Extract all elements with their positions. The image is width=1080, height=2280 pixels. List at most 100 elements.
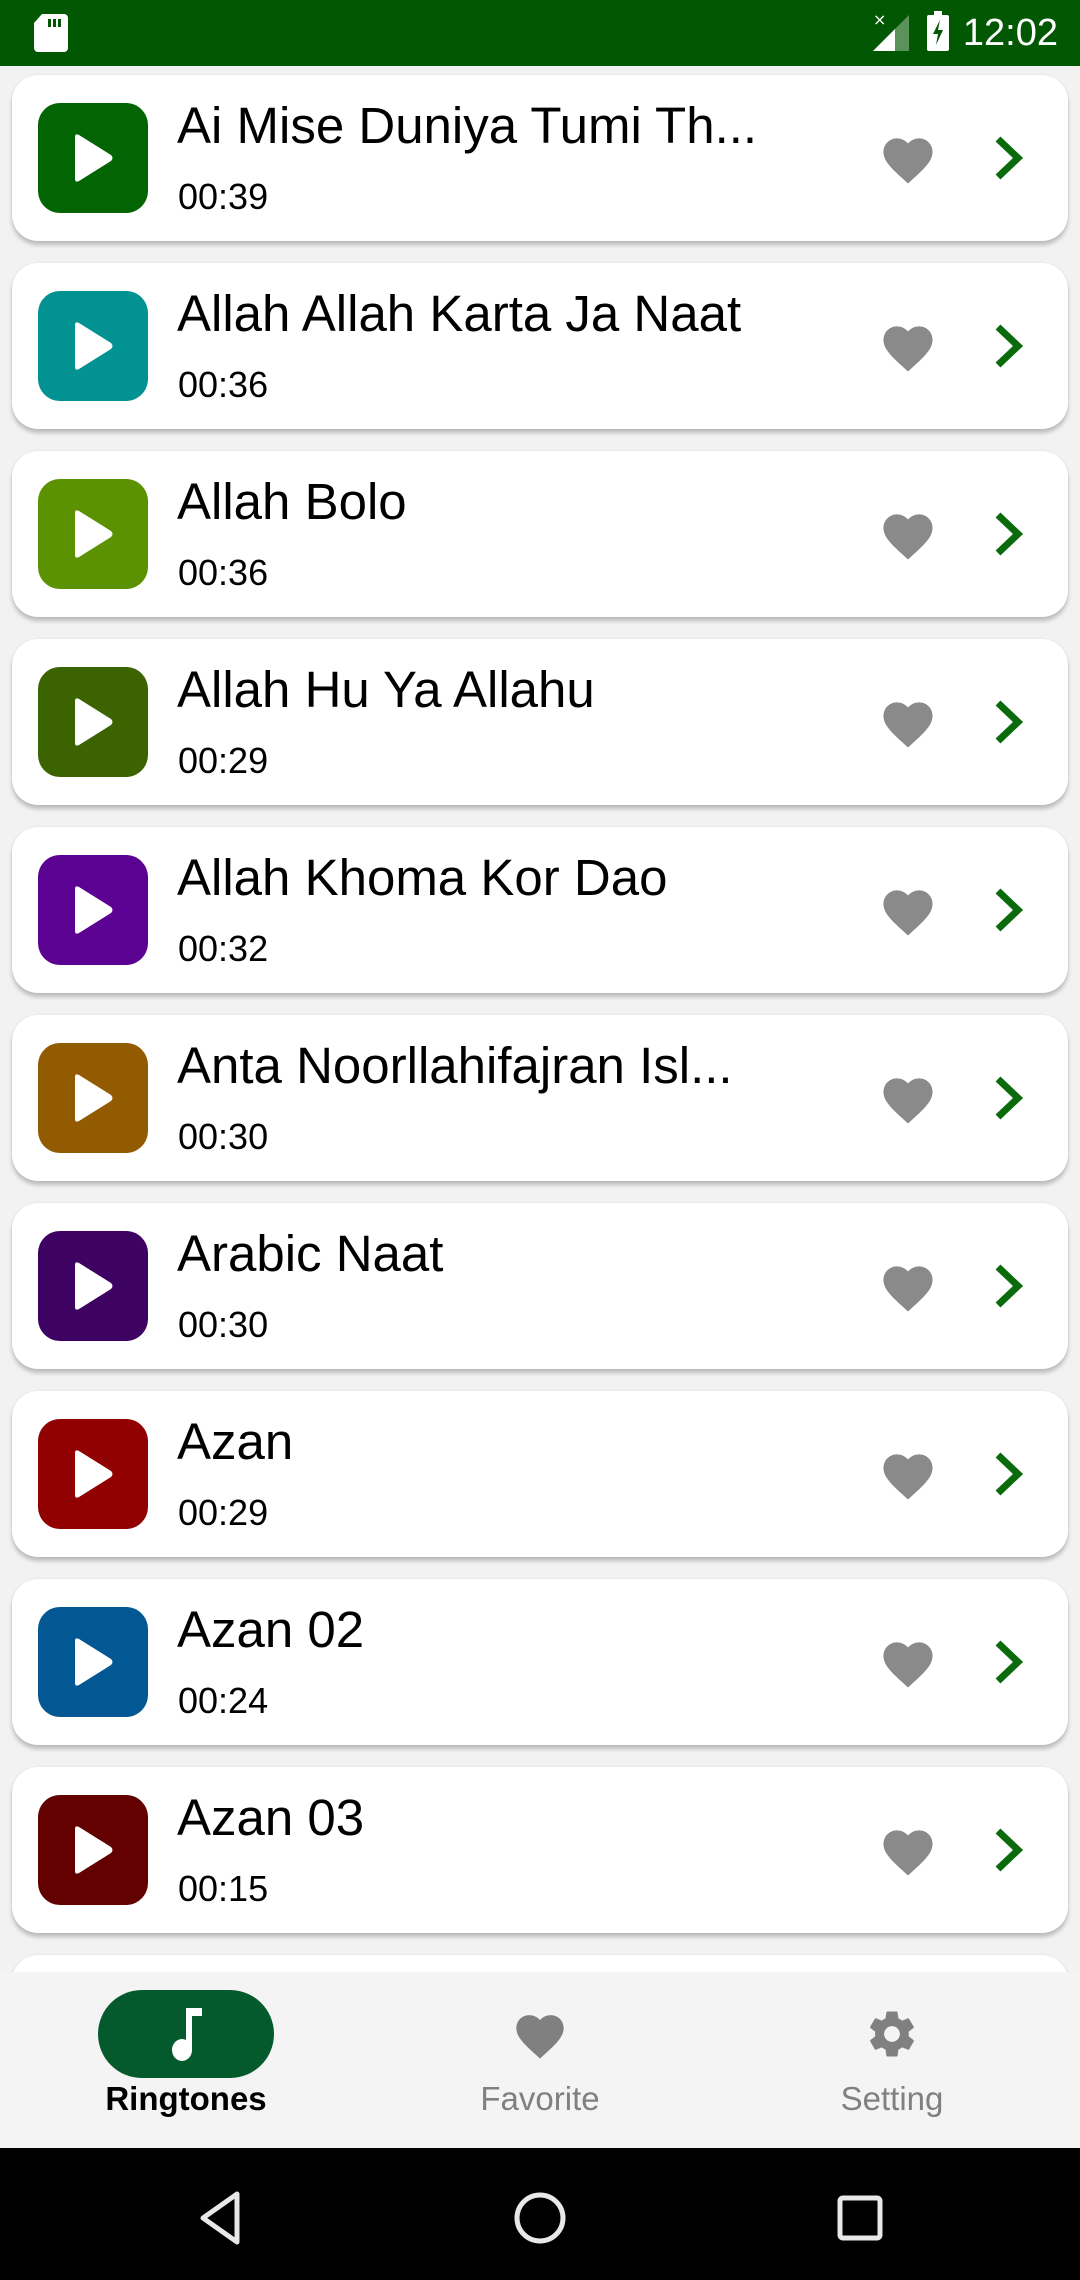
- open-details-button[interactable]: [990, 697, 1026, 747]
- play-icon: [75, 698, 113, 746]
- ringtone-title: Anta Noorllahifajran Isl...: [177, 1037, 733, 1094]
- chevron-right-icon: [995, 1264, 1024, 1308]
- heart-icon: [883, 890, 933, 936]
- nav-tab-ringtones[interactable]: Ringtones: [6, 1972, 366, 2148]
- svg-text:×: ×: [873, 11, 886, 29]
- ringtone-title: Allah Bolo: [177, 473, 407, 530]
- ringtone-duration: 00:15: [178, 1868, 269, 1909]
- ringtone-duration: 00:32: [178, 928, 269, 969]
- chevron-right-icon: [995, 1828, 1024, 1872]
- favorite-button[interactable]: [878, 319, 938, 373]
- recents-icon: [837, 2195, 883, 2241]
- ringtone-title: Allah Hu Ya Allahu: [177, 661, 595, 718]
- ringtone-list[interactable]: Ai Mise Duniya Tumi Th... 00:39 Allah Al…: [0, 66, 1080, 1972]
- open-details-button[interactable]: [990, 321, 1026, 371]
- play-button[interactable]: [38, 1231, 148, 1341]
- recents-button[interactable]: [830, 2188, 890, 2248]
- play-icon: [75, 1450, 113, 1498]
- open-details-button[interactable]: [990, 509, 1026, 559]
- open-details-button[interactable]: [990, 1073, 1026, 1123]
- favorite-button[interactable]: [878, 883, 938, 937]
- play-button[interactable]: [38, 291, 148, 401]
- play-button[interactable]: [38, 479, 148, 589]
- open-details-button[interactable]: [990, 1449, 1026, 1499]
- chevron-right-icon: [995, 136, 1024, 180]
- music-note-icon: [172, 2008, 202, 2061]
- play-button[interactable]: [38, 1795, 148, 1905]
- favorite-button[interactable]: [878, 1635, 938, 1689]
- ringtone-card[interactable]: Allah Khoma Kor Dao 00:32: [12, 827, 1068, 993]
- chevron-right-icon: [995, 1452, 1024, 1496]
- ringtone-duration: 00:24: [178, 1680, 269, 1721]
- ringtone-card[interactable]: Azan 03 00:15: [12, 1767, 1068, 1933]
- ringtone-card[interactable]: Allah Allah Karta Ja Naat 00:36: [12, 263, 1068, 429]
- home-button[interactable]: [510, 2188, 570, 2248]
- ringtone-title: Ai Mise Duniya Tumi Th...: [177, 97, 758, 154]
- ringtone-duration: 00:39: [178, 176, 269, 217]
- ringtone-card[interactable]: Allah Hu Ya Allahu 00:29: [12, 639, 1068, 805]
- ringtone-duration: 00:30: [178, 1304, 269, 1345]
- play-button[interactable]: [38, 855, 148, 965]
- favorite-button[interactable]: [878, 131, 938, 185]
- ringtone-card[interactable]: Azan 00:29: [12, 1391, 1068, 1557]
- ringtone-card[interactable]: Azan 02 00:24: [12, 1579, 1068, 1745]
- heart-icon: [883, 1830, 933, 1876]
- open-details-button[interactable]: [990, 1637, 1026, 1687]
- nav-label-ringtones: Ringtones: [105, 2080, 267, 2117]
- ringtone-title: Allah Khoma Kor Dao: [177, 849, 668, 906]
- chevron-right-icon: [995, 324, 1024, 368]
- play-icon: [75, 1262, 113, 1310]
- ringtone-card-partial[interactable]: [12, 1955, 1068, 1972]
- play-icon: [75, 510, 113, 558]
- nav-tab-setting[interactable]: Setting: [712, 1972, 1072, 2148]
- play-button[interactable]: [38, 1043, 148, 1153]
- favorite-button[interactable]: [878, 1071, 938, 1125]
- ringtone-card[interactable]: Ai Mise Duniya Tumi Th... 00:39: [12, 75, 1068, 241]
- heart-icon: [883, 138, 933, 184]
- favorite-button[interactable]: [878, 1823, 938, 1877]
- play-button[interactable]: [38, 1419, 148, 1529]
- open-details-button[interactable]: [990, 1261, 1026, 1311]
- system-navigation-bar: [0, 2148, 1080, 2280]
- play-icon: [75, 1638, 113, 1686]
- status-time: 12:02: [962, 11, 1058, 54]
- chevron-right-icon: [995, 1076, 1024, 1120]
- chevron-right-icon: [995, 512, 1024, 556]
- ringtone-card[interactable]: Allah Bolo 00:36: [12, 451, 1068, 617]
- ringtone-title: Arabic Naat: [177, 1225, 444, 1282]
- heart-icon: [883, 1642, 933, 1688]
- open-details-button[interactable]: [990, 885, 1026, 935]
- sd-card-icon: [34, 14, 68, 57]
- heart-icon: [883, 1078, 933, 1124]
- heart-icon: [883, 702, 933, 748]
- ringtone-card[interactable]: Arabic Naat 00:30: [12, 1203, 1068, 1369]
- ringtone-title: Azan: [177, 1413, 294, 1470]
- play-button[interactable]: [38, 1607, 148, 1717]
- ringtone-title: Allah Allah Karta Ja Naat: [177, 285, 742, 342]
- play-button[interactable]: [38, 667, 148, 777]
- back-button[interactable]: [190, 2188, 250, 2248]
- open-details-button[interactable]: [990, 133, 1026, 183]
- play-button[interactable]: [38, 103, 148, 213]
- ringtone-duration: 00:29: [178, 740, 269, 781]
- play-icon: [75, 886, 113, 934]
- battery-charging-icon: [926, 10, 949, 56]
- home-icon: [514, 2192, 566, 2244]
- ringtone-duration: 00:36: [178, 552, 269, 593]
- ringtone-duration: 00:30: [178, 1116, 269, 1157]
- favorite-button[interactable]: [878, 1447, 938, 1501]
- nav-tab-favorite[interactable]: Favorite: [360, 1972, 720, 2148]
- heart-icon: [516, 2015, 564, 2059]
- play-icon: [75, 1826, 113, 1874]
- ringtone-card[interactable]: Anta Noorllahifajran Isl... 00:30: [12, 1015, 1068, 1181]
- chevron-right-icon: [995, 888, 1024, 932]
- favorite-button[interactable]: [878, 1259, 938, 1313]
- ringtone-duration: 00:36: [178, 364, 269, 405]
- chevron-right-icon: [995, 1640, 1024, 1684]
- play-icon: [75, 1074, 113, 1122]
- favorite-button[interactable]: [878, 507, 938, 561]
- ringtone-duration: 00:29: [178, 1492, 269, 1533]
- favorite-button[interactable]: [878, 695, 938, 749]
- open-details-button[interactable]: [990, 1825, 1026, 1875]
- status-bar: × 12:02: [0, 0, 1080, 66]
